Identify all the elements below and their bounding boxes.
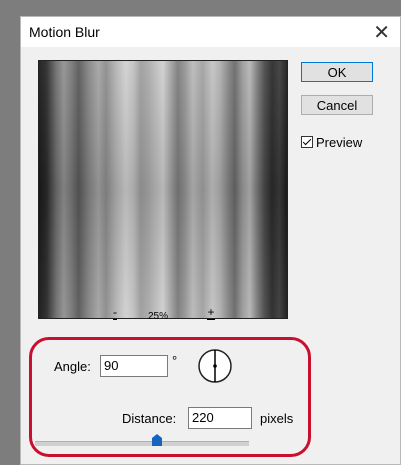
zoom-out-button[interactable]: - [107, 305, 123, 320]
dialog-title: Motion Blur [29, 24, 100, 40]
title-bar: Motion Blur ✕ [21, 17, 400, 47]
preview-image[interactable] [38, 60, 288, 319]
cancel-button[interactable]: Cancel [301, 95, 373, 115]
zoom-out-label: - [113, 305, 117, 320]
zoom-in-button[interactable]: + [203, 305, 219, 320]
ok-button[interactable]: OK [301, 62, 373, 82]
preview-checkbox[interactable]: Preview [301, 133, 362, 151]
highlight-annotation [29, 337, 311, 457]
check-icon[interactable] [301, 136, 313, 148]
close-icon[interactable]: ✕ [373, 20, 390, 45]
motion-blur-dialog: Motion Blur ✕ OK Cancel Preview - 25% + … [20, 16, 401, 465]
zoom-level: 25% [148, 311, 169, 322]
zoom-in-label: + [207, 305, 215, 320]
preview-checkbox-label: Preview [316, 134, 363, 150]
